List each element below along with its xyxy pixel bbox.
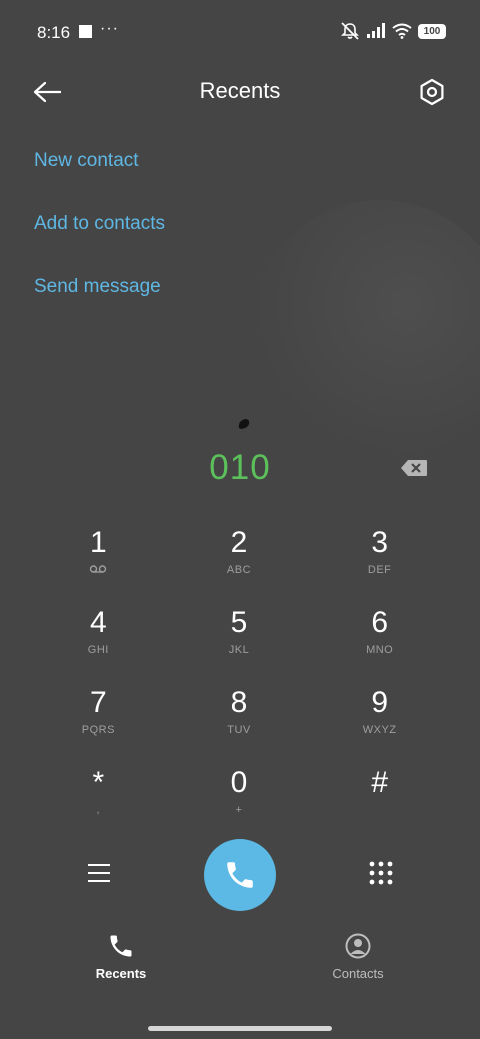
phone-icon bbox=[227, 862, 253, 888]
key-letters: + bbox=[235, 804, 243, 816]
key-letters: WXYZ bbox=[362, 724, 397, 736]
status-overflow-dots: ··· bbox=[100, 20, 119, 37]
dialpad-icon bbox=[369, 861, 393, 885]
keypad: 1 2 ABC 3 DEF 4 GHI 5 JKL 6 MNO 7 PQRS 8… bbox=[28, 524, 450, 844]
key-letters: PQRS bbox=[81, 724, 115, 736]
key-6[interactable]: 6 MNO bbox=[309, 604, 450, 684]
key-star[interactable]: * , bbox=[28, 764, 169, 844]
key-letters: GHI bbox=[87, 644, 109, 656]
home-indicator[interactable] bbox=[148, 1026, 332, 1031]
key-digit: 9 bbox=[371, 686, 388, 719]
tab-contacts[interactable]: Contacts bbox=[298, 932, 418, 981]
person-icon bbox=[345, 933, 371, 959]
keypad-toggle-button[interactable] bbox=[364, 856, 398, 890]
key-3[interactable]: 3 DEF bbox=[309, 524, 450, 604]
menu-icon bbox=[88, 864, 110, 882]
notification-square-icon bbox=[79, 25, 92, 38]
key-4[interactable]: 4 GHI bbox=[28, 604, 169, 684]
new-contact-link[interactable]: New contact bbox=[34, 150, 139, 172]
key-5[interactable]: 5 JKL bbox=[169, 604, 310, 684]
menu-button[interactable] bbox=[82, 856, 116, 890]
settings-button[interactable] bbox=[414, 74, 450, 110]
wifi-icon bbox=[392, 23, 412, 39]
key-8[interactable]: 8 TUV bbox=[169, 684, 310, 764]
key-digit: 2 bbox=[230, 526, 248, 559]
key-digit: # bbox=[371, 766, 388, 799]
tab-label: Recents bbox=[95, 966, 147, 981]
status-icons: 100 bbox=[340, 22, 446, 40]
key-letters: TUV bbox=[227, 724, 251, 736]
key-digit: 1 bbox=[89, 526, 107, 559]
backspace-button[interactable] bbox=[398, 456, 430, 480]
tab-label: Contacts bbox=[332, 966, 384, 981]
add-to-contacts-link[interactable]: Add to contacts bbox=[34, 213, 165, 235]
key-letters: JKL bbox=[228, 644, 250, 656]
key-digit: 4 bbox=[89, 606, 107, 639]
key-digit: 7 bbox=[89, 686, 107, 719]
call-button[interactable] bbox=[204, 839, 276, 911]
key-digit: 3 bbox=[371, 526, 388, 559]
dialer-screen: 8:16 ··· 100 Recents New contact Add to … bbox=[0, 0, 480, 1039]
silent-bell-icon bbox=[341, 22, 359, 40]
key-digit: 6 bbox=[371, 606, 388, 639]
voicemail-icon bbox=[89, 564, 107, 578]
page-title: Recents bbox=[199, 78, 281, 103]
key-letters: MNO bbox=[366, 644, 394, 656]
gear-icon bbox=[420, 78, 444, 106]
key-2[interactable]: 2 ABC bbox=[169, 524, 310, 604]
key-letters: ABC bbox=[226, 564, 252, 576]
status-time: 8:16 bbox=[37, 23, 71, 42]
send-message-link[interactable]: Send message bbox=[34, 276, 161, 298]
key-7[interactable]: 7 PQRS bbox=[28, 684, 169, 764]
key-digit: 8 bbox=[230, 686, 248, 719]
app-header: Recents bbox=[0, 64, 480, 118]
location-mark-icon bbox=[238, 419, 250, 429]
key-digit: 0 bbox=[230, 766, 248, 799]
key-letters: , bbox=[96, 804, 101, 816]
key-hash[interactable]: # bbox=[309, 764, 450, 844]
key-letters: DEF bbox=[367, 564, 392, 576]
key-1[interactable]: 1 bbox=[28, 524, 169, 604]
status-bar: 8:16 ··· 100 bbox=[0, 0, 480, 64]
key-digit: * bbox=[92, 766, 105, 799]
key-digit: 5 bbox=[230, 606, 248, 639]
backspace-icon bbox=[401, 460, 427, 476]
key-9[interactable]: 9 WXYZ bbox=[309, 684, 450, 764]
key-0[interactable]: 0 + bbox=[169, 764, 310, 844]
battery-icon: 100 bbox=[418, 23, 446, 39]
tab-recents[interactable]: Recents bbox=[61, 932, 181, 981]
background-decoration bbox=[250, 200, 480, 460]
signal-icon bbox=[367, 23, 385, 38]
phone-tab-icon bbox=[110, 935, 132, 957]
